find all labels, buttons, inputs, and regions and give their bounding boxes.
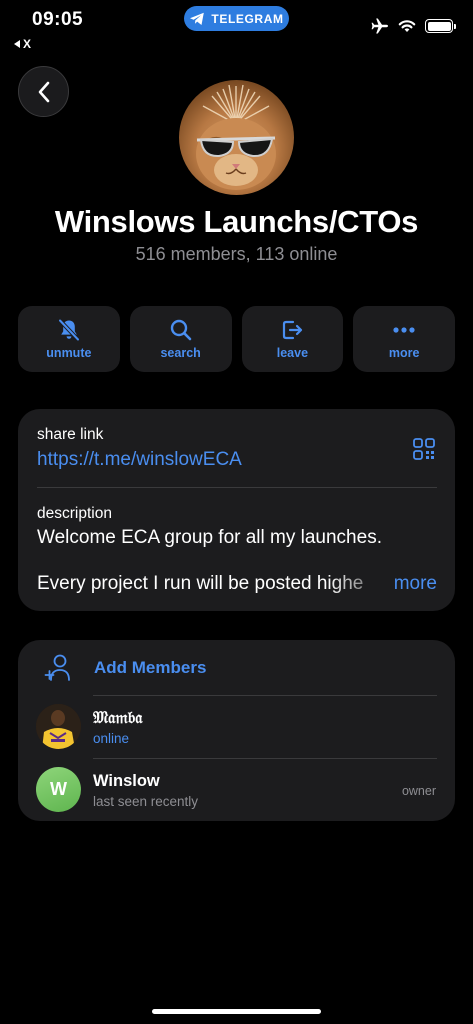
description-text-continued: Every project I run will be posted highe [37,573,397,595]
info-divider [37,487,437,488]
group-member-count: 516 members, 113 online [135,244,338,264]
more-label: more [388,346,420,360]
member-name: 𝔐𝔞𝔪𝔟𝔞 [93,709,143,727]
action-bar: unmute search leave more [18,306,455,372]
qr-code-button[interactable] [412,437,436,466]
search-label: search [160,346,201,360]
add-members-row[interactable]: Add Members [18,640,455,695]
add-member-icon [44,654,70,681]
member-role-badge: owner [401,784,436,798]
qr-code-icon [413,438,435,460]
description-more-link[interactable]: more [394,573,437,595]
group-info-card: share link https://t.me/winslowECA descr… [18,409,455,611]
telegram-icon [190,12,205,25]
share-link-label: share link [37,426,104,443]
member-row-mamba[interactable]: 𝔐𝔞𝔪𝔟𝔞 online [18,696,455,758]
leave-label: leave [276,346,309,360]
mamba-avatar-icon [36,704,81,749]
leave-icon [283,320,303,340]
member-name: Winslow [93,772,160,790]
back-to-app[interactable]: X [14,37,31,51]
description-text: Welcome ECA group for all my launches. [37,527,382,548]
back-button[interactable] [18,66,69,117]
home-indicator[interactable] [152,1009,321,1014]
search-button[interactable]: search [129,306,232,372]
battery-icon [425,19,456,33]
chevron-left-icon [38,81,49,102]
members-card: Add Members 𝔐𝔞𝔪𝔟𝔞 online W Winslow last … [18,640,455,821]
member-status: last seen recently [93,794,199,809]
member-status: online [93,731,130,746]
description-label: description [37,505,112,522]
avatar [36,704,81,749]
status-icons [371,18,456,34]
leave-button[interactable]: leave [241,306,344,372]
avatar: W [36,767,81,812]
telegram-pill[interactable]: TELEGRAM [184,6,289,31]
more-dots-icon [393,327,415,333]
cat-sunglasses-avatar-icon [196,84,276,190]
group-title: Winslows Launchs/CTOs [54,204,419,239]
unmute-button[interactable]: unmute [18,306,120,372]
back-triangle-icon [14,40,20,48]
group-avatar[interactable] [179,80,294,195]
telegram-pill-label: TELEGRAM [211,11,284,26]
more-button[interactable]: more [353,306,455,372]
add-members-label: Add Members [94,658,207,677]
back-app-label: X [23,37,32,51]
bell-slash-icon [58,319,80,341]
search-icon [170,319,191,341]
airplane-icon [371,18,388,34]
member-row-winslow[interactable]: W Winslow last seen recently owner [18,759,455,821]
wifi-icon [398,20,416,32]
share-link-url[interactable]: https://t.me/winslowECA [37,449,242,471]
status-time: 09:05 [32,9,84,30]
unmute-label: unmute [46,346,92,360]
avatar-initial: W [50,779,67,799]
